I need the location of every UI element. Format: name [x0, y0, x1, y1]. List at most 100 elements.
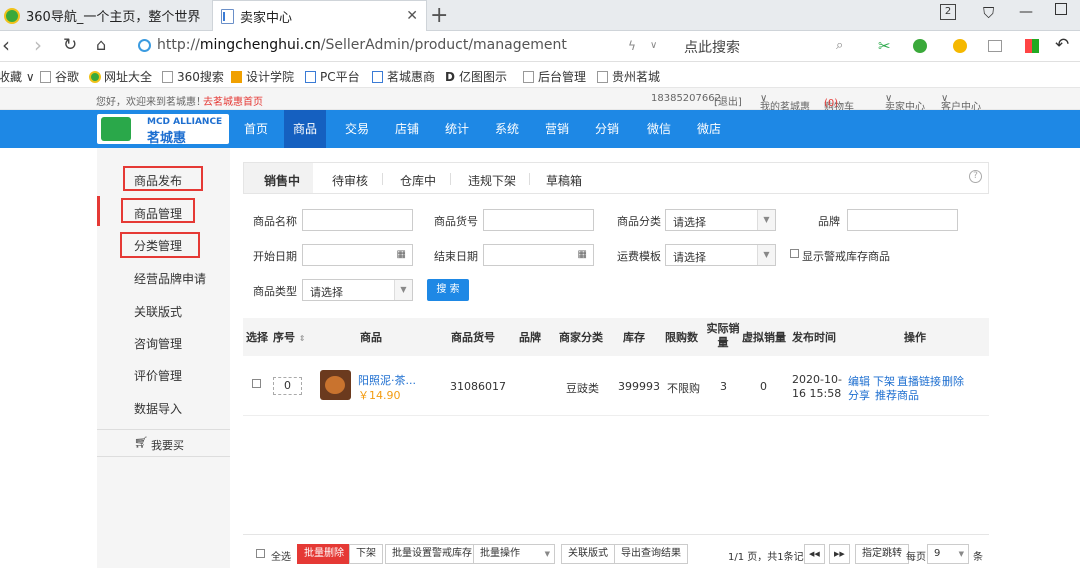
bookmark-guizhou[interactable]: 贵州茗城 — [597, 68, 660, 85]
end-date-input[interactable]: ▦ — [483, 244, 594, 266]
back-icon[interactable]: ‹ — [2, 33, 10, 57]
prev-page-icon[interactable]: ◀◀ — [804, 544, 825, 564]
chevron-down-icon[interactable]: ∨ — [650, 40, 657, 51]
tab-violation[interactable]: 违规下架 — [468, 172, 516, 189]
nav-products[interactable]: 商品 — [284, 110, 327, 148]
new-tab-button[interactable]: + — [430, 3, 448, 28]
tab-on-sale[interactable]: 销售中 — [264, 172, 300, 189]
minimize-icon[interactable]: — — [1019, 4, 1033, 20]
type-select[interactable]: 请选择 ▼ — [302, 279, 413, 301]
home-link[interactable]: 去茗城惠首页 — [203, 93, 263, 108]
label-end-date: 结束日期 — [434, 250, 478, 263]
shipping-select[interactable]: 请选择 ▼ — [665, 244, 776, 266]
maximize-icon[interactable] — [1055, 3, 1067, 15]
undo-icon[interactable]: ↶ — [1055, 35, 1069, 55]
per-page-select[interactable]: 9 ▼ — [927, 544, 969, 564]
category-select[interactable]: 请选择 ▼ — [665, 209, 776, 231]
delete-link[interactable]: 删除 — [942, 373, 964, 389]
bookmark-edraw[interactable]: D 亿图图示 — [445, 68, 507, 85]
forward-icon[interactable]: › — [34, 33, 42, 57]
nav-distribution[interactable]: 分销 — [586, 110, 628, 148]
sort-icon: ⇕ — [298, 334, 306, 343]
share-link[interactable]: 分享 — [848, 387, 870, 403]
show-warn-checkbox[interactable] — [790, 249, 799, 258]
export-button[interactable]: 导出查询结果 — [614, 544, 688, 564]
col-date: 发布时间 — [792, 331, 836, 344]
tab-warehouse[interactable]: 仓库中 — [400, 172, 436, 189]
sidebar-item-import[interactable]: 数据导入 — [134, 400, 182, 417]
product-name-link[interactable]: 阳照泥·茶... — [358, 372, 416, 388]
scissors-icon[interactable]: ✂ — [878, 37, 891, 55]
translate-icon[interactable] — [913, 39, 927, 53]
tab-drafts[interactable]: 草稿箱 — [546, 172, 582, 189]
sidebar-item-consult[interactable]: 咨询管理 — [134, 335, 182, 352]
tab-title: 360导航_一个主页，整个世界 — [26, 10, 201, 25]
seq-input[interactable]: 0 — [273, 377, 302, 395]
col-sku: 商品货号 — [451, 331, 495, 344]
coin-icon[interactable] — [953, 39, 967, 53]
nav-stats[interactable]: 统计 — [436, 110, 478, 148]
product-category: 豆豉类 — [566, 382, 599, 395]
nav-wechat[interactable]: 微信 — [638, 110, 680, 148]
site-logo[interactable]: MCD ALLIANCE 茗城惠 — [97, 114, 229, 146]
search-button[interactable]: 搜 索 — [427, 279, 469, 301]
browser-tab-360[interactable]: 360导航_一个主页，整个世界 — [4, 0, 209, 31]
offshelf-button[interactable]: 下架 — [349, 544, 383, 564]
seller-center-link[interactable]: 卖家中心 ∨ — [885, 93, 925, 113]
bookmark-mch[interactable]: 茗城惠商 — [372, 68, 435, 85]
url-field[interactable]: http://mingchenghui.cn/SellerAdmin/produ… — [157, 37, 567, 53]
search-icon[interactable]: ⌕ — [836, 38, 843, 53]
start-date-input[interactable]: ▦ — [302, 244, 413, 266]
lightning-icon[interactable]: ϟ — [628, 39, 636, 53]
shirt-icon[interactable]: ⛉ — [983, 4, 994, 22]
address-bar: ‹ › ↻ ⌂ http://mingchenghui.cn/SellerAdm… — [0, 31, 1080, 62]
col-brand: 品牌 — [519, 331, 541, 344]
tab-count-badge[interactable]: 2 — [940, 4, 956, 20]
sidebar-item-brand[interactable]: 经营品牌申请 — [134, 270, 206, 287]
nav-trade[interactable]: 交易 — [336, 110, 378, 148]
nav-system[interactable]: 系统 — [486, 110, 528, 148]
tab-pending[interactable]: 待审核 — [332, 172, 368, 189]
sidebar-buy[interactable]: 🛒︎ 我要买 — [97, 429, 230, 457]
jump-button[interactable]: 指定跳转 — [855, 544, 909, 564]
nav-marketing[interactable]: 营销 — [536, 110, 578, 148]
select-all-checkbox[interactable] — [256, 549, 265, 558]
batch-ops-select[interactable]: 批量操作 ▼ — [473, 544, 555, 564]
search-input[interactable]: 点此搜索 — [684, 37, 740, 57]
apps-icon[interactable] — [1025, 39, 1039, 53]
bookmark-360search[interactable]: 360搜索 — [162, 68, 224, 85]
col-seq[interactable]: 序号 ⇕ — [273, 329, 306, 345]
batch-delete-button[interactable]: 批量删除 — [297, 544, 351, 564]
bookmark-favorites[interactable]: 收藏 ∨ — [0, 68, 35, 85]
my-account-link[interactable]: 我的茗城惠 ∨ — [760, 93, 810, 113]
chevron-down-icon: ▼ — [757, 210, 775, 230]
recommend-link[interactable]: 推荐商品 — [875, 387, 919, 403]
image-icon[interactable] — [988, 40, 1002, 52]
sku-input[interactable] — [483, 209, 594, 231]
help-icon[interactable]: ? — [969, 170, 982, 183]
nav-store[interactable]: 店铺 — [386, 110, 428, 148]
bookmark-google[interactable]: 谷歌 — [40, 68, 79, 85]
nav-home[interactable]: 首页 — [235, 110, 277, 148]
bookmark-pc[interactable]: PC平台 — [305, 68, 360, 85]
product-name-input[interactable] — [302, 209, 413, 231]
product-thumbnail[interactable] — [320, 370, 351, 400]
browser-tab-seller[interactable]: 卖家中心 ✕ — [212, 0, 427, 31]
home-icon[interactable]: ⌂ — [96, 35, 106, 54]
reload-icon[interactable]: ↻ — [63, 35, 77, 55]
nav-weishop[interactable]: 微店 — [688, 110, 730, 148]
close-tab-icon[interactable]: ✕ — [406, 8, 418, 24]
next-page-icon[interactable]: ▶▶ — [829, 544, 850, 564]
bookmark-nav[interactable]: 网址大全 — [89, 68, 152, 85]
brand-input[interactable] — [847, 209, 958, 231]
bookmark-admin[interactable]: 后台管理 — [523, 68, 586, 85]
logout-link[interactable]: [退出] — [714, 93, 742, 108]
row-checkbox[interactable] — [252, 379, 261, 388]
related-button[interactable]: 关联版式 — [561, 544, 615, 564]
col-sales: 实际销量 — [706, 322, 740, 349]
customer-center-link[interactable]: 客户中心 ∨ — [941, 93, 981, 113]
set-warn-button[interactable]: 批量设置警戒库存 — [385, 544, 479, 564]
bookmark-design[interactable]: 设计学院 — [231, 68, 294, 85]
sidebar-item-related[interactable]: 关联版式 — [134, 303, 182, 320]
sidebar-item-review[interactable]: 评价管理 — [134, 367, 182, 384]
